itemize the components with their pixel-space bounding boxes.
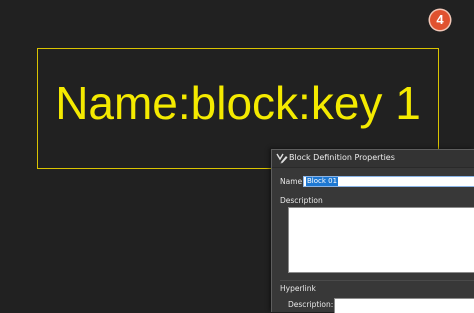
section-divider	[280, 280, 474, 281]
description-textarea[interactable]	[288, 207, 474, 273]
description-label: Description	[280, 196, 323, 205]
hyperlink-description-label: Description:	[288, 300, 334, 309]
step-number-badge: 4	[430, 10, 450, 30]
hyperlink-description-input[interactable]	[334, 298, 474, 313]
dialog-title: Block Definition Properties	[289, 153, 395, 162]
name-input-selected-text: Block 01	[306, 177, 339, 186]
name-input[interactable]: Block 01	[303, 176, 474, 187]
dialog-title-bar[interactable]: Block Definition Properties	[272, 150, 474, 168]
viewport-canvas[interactable]: Name:block:key 1 4 Block Definition Prop…	[0, 0, 474, 313]
name-label: Name:	[280, 177, 305, 186]
block-text: Name:block:key 1	[55, 77, 421, 129]
block-edit-icon	[276, 153, 288, 164]
hyperlink-group-label: Hyperlink	[280, 284, 316, 293]
block-definition-properties-dialog: Block Definition Properties Name: Block …	[271, 149, 474, 313]
